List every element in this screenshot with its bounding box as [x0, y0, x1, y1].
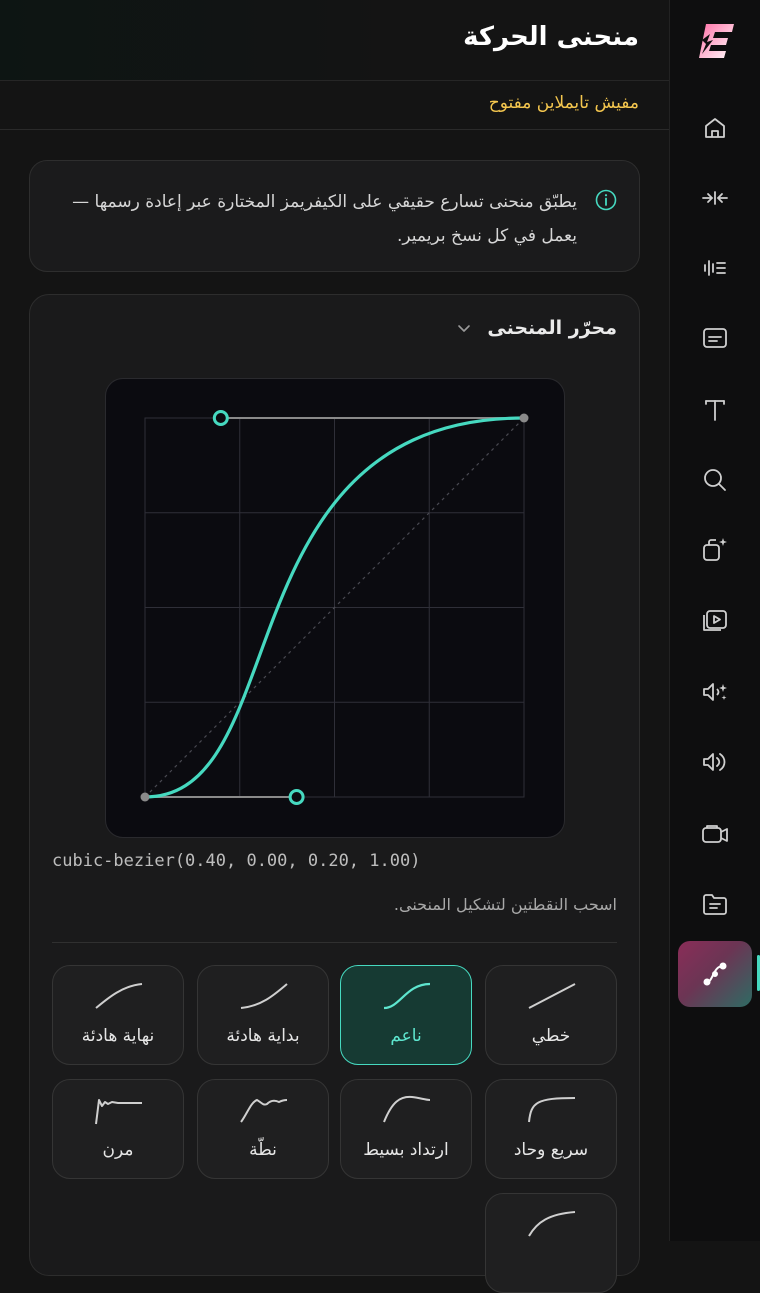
audio-levels-icon — [704, 260, 726, 276]
ai-copy-icon — [703, 538, 727, 561]
search-icon — [704, 469, 726, 491]
preset-label: خطي — [531, 1026, 571, 1046]
preset-elastic[interactable]: مرن — [52, 1079, 184, 1179]
main-panel: منحنى الحركة مفيش تايملاين مفتوح يطبّق م… — [0, 0, 669, 1293]
preset-ease-in[interactable]: بداية هادئة — [197, 965, 329, 1065]
preset-label: ارتداد بسيط — [363, 1140, 449, 1160]
fast-sharp-curve-icon — [528, 1097, 576, 1123]
preset-label: سريع وحاد — [513, 1140, 589, 1160]
smooth-curve-icon — [383, 982, 431, 1010]
curve-editor-card: محرّر المنحنى cubic-bezier(0.40, 0.00, 0… — [29, 294, 640, 1293]
preset-label: بداية هادئة — [226, 1026, 300, 1046]
linear-curve-icon — [528, 983, 576, 1009]
captions-icon — [703, 328, 727, 348]
sidebar-item-text[interactable] — [695, 390, 735, 430]
bezier-code: cubic-bezier(0.40, 0.00, 0.20, 1.00) — [52, 851, 421, 871]
sidebar-item-ai-copy[interactable] — [695, 530, 735, 570]
preset-back[interactable]: ارتداد بسيط — [340, 1079, 472, 1179]
preset-bounce[interactable]: نطّة — [197, 1079, 329, 1179]
sidebar-item-motion-curve[interactable] — [678, 941, 752, 1007]
preset-smooth[interactable]: ناعم — [340, 965, 472, 1065]
sidebar-item-volume[interactable] — [695, 742, 735, 782]
collapse-arrows-icon — [702, 191, 728, 205]
divider — [52, 942, 617, 943]
preset-label: نهاية هادئة — [81, 1026, 155, 1046]
ease-out-curve-icon — [528, 1211, 576, 1237]
control-point-1[interactable] — [288, 789, 305, 805]
curve-anchor-start — [140, 792, 150, 802]
sidebar-item-ai-audio[interactable] — [695, 672, 735, 712]
back-curve-icon — [383, 1095, 431, 1123]
text-icon — [705, 400, 725, 421]
sidebar-item-folder[interactable] — [695, 884, 735, 924]
chevron-down-icon[interactable] — [455, 319, 473, 337]
sidebar-item-media-library[interactable] — [695, 600, 735, 640]
camera-icon — [702, 825, 728, 843]
curve-anchor-end — [519, 413, 529, 423]
sidebar-item-captions[interactable] — [695, 318, 735, 358]
sidebar-item-audio-levels[interactable] — [695, 248, 735, 288]
sidebar-rail — [669, 0, 760, 1241]
app-logo — [699, 24, 734, 58]
volume-icon — [703, 753, 726, 771]
home-icon — [705, 118, 725, 138]
motion-curve-icon — [703, 962, 727, 986]
curve-editor-header[interactable]: محرّر المنحنى — [455, 317, 617, 339]
media-library-icon — [703, 610, 727, 631]
panel-header: منحنى الحركة — [0, 0, 669, 81]
preset-ease-out[interactable]: نهاية هادئة — [52, 965, 184, 1065]
preset-label: مرن — [102, 1140, 134, 1160]
ease-in-curve-icon — [240, 983, 288, 1009]
sidebar-item-collapse[interactable] — [695, 178, 735, 218]
folder-icon — [703, 894, 727, 915]
info-icon — [595, 189, 617, 211]
editor-hint: اسحب النقطتين لتشكيل المنحنى. — [393, 895, 617, 914]
bounce-curve-icon — [240, 1098, 288, 1123]
page-title: منحنى الحركة — [463, 22, 639, 52]
info-box: يطبّق منحنى تسارع حقيقي على الكيفريمز ال… — [29, 160, 640, 272]
ai-audio-icon — [703, 683, 727, 701]
control-point-2[interactable] — [212, 410, 229, 426]
preset-extra[interactable] — [485, 1193, 617, 1293]
sidebar-item-home[interactable] — [695, 108, 735, 148]
curve-graph[interactable] — [106, 379, 564, 837]
preset-linear[interactable]: خطي — [485, 965, 617, 1065]
sidebar-item-search[interactable] — [695, 460, 735, 500]
elastic-curve-icon — [95, 1099, 142, 1125]
preset-label: نطّة — [249, 1140, 277, 1160]
ease-out-curve-icon — [95, 983, 143, 1009]
sidebar-item-camera[interactable] — [695, 814, 735, 854]
info-text: يطبّق منحنى تسارع حقيقي على الكيفريمز ال… — [72, 192, 577, 246]
curve-canvas[interactable] — [105, 378, 565, 838]
timeline-status: مفيش تايملاين مفتوح — [488, 93, 639, 113]
curve-editor-title: محرّر المنحنى — [487, 317, 617, 339]
timeline-status-bar: مفيش تايملاين مفتوح — [0, 81, 669, 130]
preset-label: ناعم — [390, 1026, 422, 1046]
preset-fast-sharp[interactable]: سريع وحاد — [485, 1079, 617, 1179]
